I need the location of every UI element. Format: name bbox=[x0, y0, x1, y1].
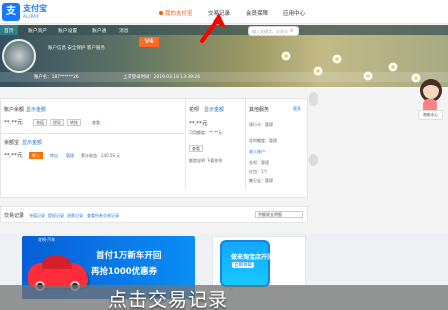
manage-link[interactable]: 管理 bbox=[66, 153, 74, 159]
transaction-records-card: 交易记录 充值记录 提现记录 退款记录 查看所有交易记录 余额收支明细 bbox=[0, 206, 308, 223]
help-floating-widget[interactable]: 帮助中心 bbox=[414, 76, 445, 125]
column-divider bbox=[185, 99, 186, 189]
view-link[interactable]: 查看 bbox=[92, 120, 100, 126]
bank-card-service[interactable]: 银行卡：管理 bbox=[249, 122, 273, 128]
credit-available: 可用额度：**.**元 bbox=[189, 130, 223, 135]
scrollbar-thumb-middle[interactable] bbox=[309, 154, 318, 166]
flower-icon bbox=[280, 50, 292, 62]
more-services-link[interactable]: 更多 bbox=[293, 106, 301, 112]
search-icon[interactable]: ⌕ bbox=[290, 27, 293, 35]
credit-line: **.**元 bbox=[189, 121, 208, 127]
coupon-count[interactable]: 红包：1个 bbox=[249, 169, 268, 175]
service-amount: **.**元 bbox=[4, 153, 23, 159]
help-center-label[interactable]: 帮助中心 bbox=[418, 110, 443, 120]
brand-name[interactable]: 支付宝 bbox=[23, 3, 47, 14]
huabei-manage[interactable]: 花呗：管理 bbox=[249, 160, 269, 166]
alipay-logo-icon[interactable]: 支 bbox=[2, 3, 20, 21]
transfer-in-button[interactable]: 转入 bbox=[29, 152, 43, 159]
tab-account-settings[interactable]: 账户设置 bbox=[58, 27, 77, 34]
car-promo-subtitle: 再抢1000优惠券 bbox=[91, 267, 158, 277]
tab-account-assets[interactable]: 账户资产 bbox=[28, 27, 47, 34]
recharge-record-link[interactable]: 充值记录 bbox=[29, 213, 45, 219]
nav-my-alipay[interactable]: 我的支付宝 bbox=[165, 9, 193, 17]
last-login-time: 上次登录时间：2019.03.18 13:39:26 bbox=[123, 75, 200, 80]
shop-promo-button[interactable]: 立即领取 bbox=[232, 262, 254, 268]
transfer-button[interactable]: 转账 bbox=[67, 119, 81, 126]
assistant-body-icon bbox=[423, 99, 437, 110]
flower-icon bbox=[331, 53, 343, 65]
avatar[interactable] bbox=[2, 39, 36, 73]
income-account-link[interactable]: 收入账户 bbox=[249, 149, 265, 155]
credit-service[interactable]: 花呗额度：管理 bbox=[249, 138, 277, 144]
cumulative-income: 累计收益：240.56 元 bbox=[81, 153, 121, 158]
service-show-amount[interactable]: 显示金额 bbox=[22, 139, 42, 146]
nav-app-center[interactable]: 应用中心 bbox=[283, 9, 305, 17]
refund-record-link[interactable]: 退款记录 bbox=[67, 213, 83, 219]
brand-english: ALIPAY bbox=[23, 14, 40, 19]
balance-title: 账户余额 bbox=[4, 107, 25, 113]
car-promo-tag: 花呗·汽车 bbox=[38, 237, 56, 242]
tab-home[interactable]: 首页 bbox=[0, 25, 18, 35]
recharge-button[interactable]: 充值 bbox=[33, 119, 47, 126]
column-divider bbox=[245, 99, 246, 189]
transfer-out-link[interactable]: 转出 bbox=[50, 153, 58, 159]
credit-title: 花呗 bbox=[189, 107, 200, 113]
shop-promo-title: 做来淘宝店开张 bbox=[231, 254, 274, 261]
vip-badge[interactable]: V4 bbox=[139, 37, 159, 47]
withdraw-button[interactable]: 提现 bbox=[50, 119, 64, 126]
service-label: 余额宝 bbox=[4, 140, 20, 146]
account-info-bar: 账户名：187******26 上次登录时间：2019.03.18 13:39:… bbox=[0, 72, 448, 82]
active-nav-dot bbox=[159, 11, 163, 15]
account-service-links[interactable]: 账户信息 安全保护 客户服务 bbox=[48, 45, 105, 51]
credit-detail-button[interactable]: 查看 bbox=[189, 145, 203, 152]
account-overview-card: 账户余额 显示金额 **.**元 充值 提现 转账 查看 余额宝 显示金额 **… bbox=[0, 98, 308, 198]
nav-member-protection[interactable]: 会员保障 bbox=[246, 9, 268, 17]
other-services-title: 其他服务 bbox=[249, 107, 270, 113]
car-promo-title: 首付1万新车开回 bbox=[96, 251, 162, 261]
account-name: 账户名：187******26 bbox=[34, 75, 79, 80]
divider bbox=[1, 133, 184, 134]
red-arrow-icon bbox=[200, 13, 226, 43]
tab-messages[interactable]: 消息 bbox=[119, 27, 129, 34]
scrollbar-thumb-top[interactable] bbox=[309, 92, 318, 106]
balance-amount: **.**元 bbox=[4, 120, 23, 126]
tab-account-pass[interactable]: 账户通 bbox=[92, 27, 106, 34]
withdraw-record-link[interactable]: 提现记录 bbox=[48, 213, 64, 219]
video-caption: 点击交易记录 bbox=[108, 289, 229, 310]
records-dropdown[interactable]: 余额收支明细 bbox=[255, 211, 303, 218]
credit-show-amount[interactable]: 显示金额 bbox=[204, 106, 224, 113]
show-balance-link[interactable]: 显示金额 bbox=[26, 106, 46, 113]
points-manage[interactable]: 集分宝：管理 bbox=[249, 178, 273, 184]
all-records-link[interactable]: 查看所有交易记录 bbox=[87, 213, 119, 219]
records-title: 交易记录 bbox=[4, 213, 25, 219]
credit-lower-links[interactable]: 额度说明 下载花呗 bbox=[189, 158, 222, 164]
